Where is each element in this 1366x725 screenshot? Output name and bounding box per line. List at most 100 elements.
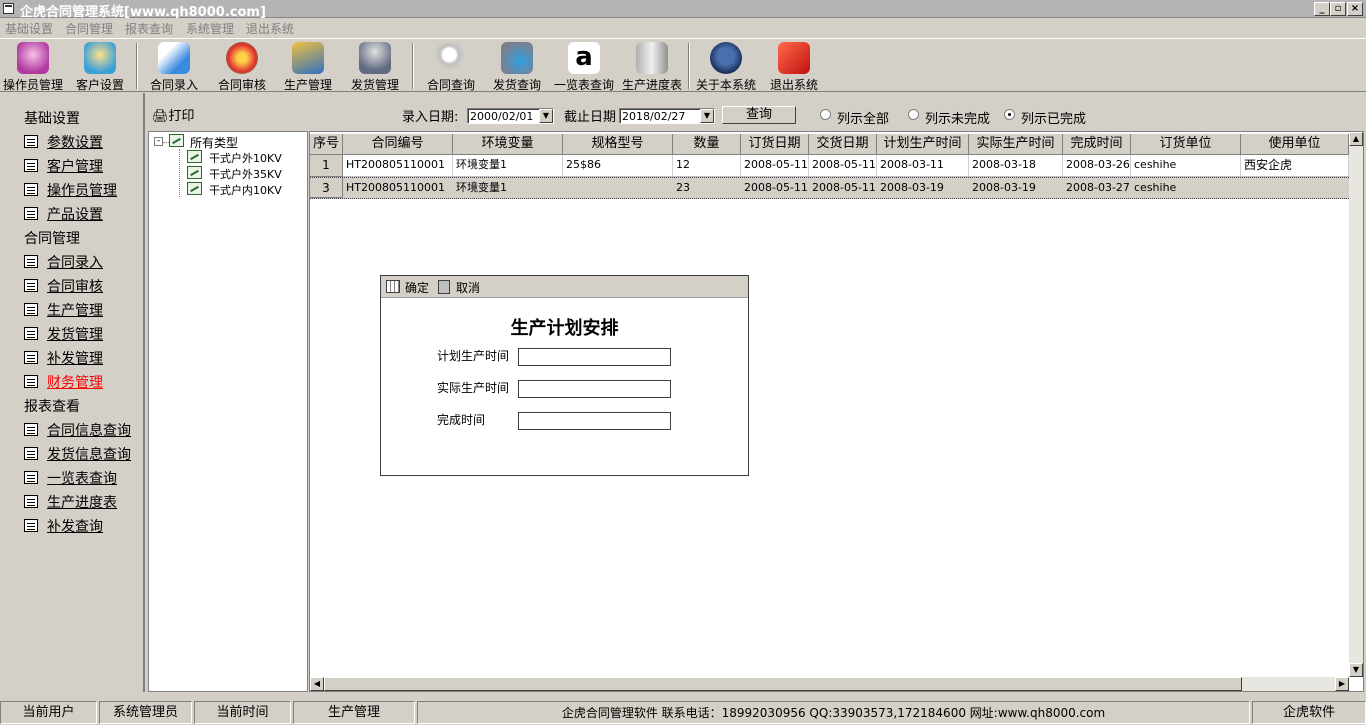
category-tree: - 所有类型 干式户外10KV 干式户外35KV 干式户内10KV [148, 131, 308, 692]
planned-time-field[interactable] [518, 348, 671, 366]
toolbar-contract-query-button[interactable]: 合同查询 [422, 41, 480, 92]
column-header[interactable]: 规格型号 [563, 134, 673, 155]
query-button[interactable]: 查询 [722, 106, 796, 124]
toolbar-shipping-query-button[interactable]: 发货查询 [488, 41, 546, 92]
nav-section-basic: 基础设置 [24, 111, 80, 127]
cutoff-date-picker[interactable]: 2018/02/27 ▼ [619, 108, 715, 124]
shipping-icon [359, 42, 391, 74]
column-header[interactable]: 合同编号 [343, 134, 453, 155]
radio-indicator-selected [1004, 109, 1015, 120]
overview-icon: a [568, 42, 600, 74]
chevron-down-icon[interactable]: ▼ [700, 109, 714, 123]
progress-icon [636, 42, 668, 74]
category-icon [187, 166, 202, 179]
status-brand: 企虎软件 [1252, 701, 1366, 724]
collapse-icon[interactable]: - [154, 137, 163, 146]
menu-exit[interactable]: 退出系统 [246, 20, 294, 37]
toolbar-separator [136, 43, 138, 89]
toolbar-contract-audit-button[interactable]: 合同审核 [212, 41, 272, 92]
restore-button[interactable]: ▫ [1330, 2, 1346, 16]
toolbar-contract-entry-button[interactable]: 合同录入 [146, 41, 202, 92]
toolbar-shipping-mgmt-button[interactable]: 发货管理 [346, 41, 404, 92]
document-icon [24, 207, 38, 220]
document-icon [24, 159, 38, 172]
production-plan-dialog: 确定 取消 生产计划安排 计划生产时间 实际生产时间 完成时间 [380, 275, 749, 476]
scroll-up-icon[interactable]: ▲ [1349, 132, 1363, 146]
scroll-thumb[interactable] [324, 677, 1242, 691]
chevron-down-icon[interactable]: ▼ [539, 109, 553, 123]
document-icon [24, 303, 38, 316]
entry-date-picker[interactable]: 2000/02/01 ▼ [467, 108, 554, 124]
status-bar: 当前用户 系统管理员 当前时间 生产管理 企虎合同管理软件 联系电话：18992… [0, 700, 1366, 725]
status-user: 系统管理员 [99, 701, 192, 724]
column-header[interactable]: 完成时间 [1063, 134, 1131, 155]
left-nav: 基础设置 参数设置 客户管理 操作员管理 产品设置 合同管理 合同录入 合同审核… [0, 93, 145, 692]
column-header[interactable]: 数量 [673, 134, 741, 155]
dialog-toolbar: 确定 取消 [381, 276, 748, 298]
category-icon [187, 150, 202, 163]
column-header[interactable]: 序号 [310, 134, 343, 155]
toolbar-production-mgmt-button[interactable]: 生产管理 [280, 41, 336, 92]
column-header[interactable]: 交货日期 [809, 134, 877, 155]
minimize-button[interactable]: _ [1314, 2, 1330, 16]
vertical-scrollbar[interactable]: ▲ ▼ [1349, 132, 1363, 677]
document-icon [24, 423, 38, 436]
actual-time-field[interactable] [518, 380, 671, 398]
tree-connector [179, 149, 180, 197]
cutoff-date-label: 截止日期 [564, 110, 617, 125]
column-header[interactable]: 实际生产时间 [969, 134, 1063, 155]
column-header[interactable]: 计划生产时间 [877, 134, 969, 155]
horizontal-scrollbar[interactable]: ◀ ▶ [310, 677, 1349, 691]
column-header[interactable]: 订货单位 [1131, 134, 1241, 155]
document-icon [24, 255, 38, 268]
production-icon [292, 42, 324, 74]
scroll-left-icon[interactable]: ◀ [310, 677, 324, 691]
title-bar: 企虎合同管理系统[www.qh8000.com] _ ▫ × [0, 0, 1366, 20]
filter-bar: 🖨打印 录入日期: 2000/02/01 ▼ 截止日期 2018/02/27 ▼… [152, 105, 1087, 127]
planned-time-label: 计划生产时间 [437, 349, 510, 363]
app-icon [3, 3, 14, 14]
document-icon [24, 495, 38, 508]
actual-time-label: 实际生产时间 [437, 381, 510, 395]
nav-section-contract: 合同管理 [24, 231, 80, 247]
category-icon [169, 134, 184, 147]
status-info: 企虎合同管理软件 联系电话：18992030956 QQ:33903573,17… [417, 701, 1250, 724]
column-header[interactable]: 使用单位 [1241, 134, 1349, 155]
column-header[interactable]: 环境变量 [453, 134, 563, 155]
menu-report-query[interactable]: 报表查询 [125, 20, 173, 37]
completion-time-label: 完成时间 [437, 413, 486, 427]
menu-contract-mgmt[interactable]: 合同管理 [65, 20, 113, 37]
table-row[interactable]: 1 HT200805110001 环境变量1 25$86 12 2008-05-… [310, 155, 1349, 177]
toolbar-progress-button[interactable]: 生产进度表 [620, 41, 684, 92]
toolbar-separator [412, 43, 414, 89]
menu-system-mgmt[interactable]: 系统管理 [186, 20, 234, 37]
scroll-down-icon[interactable]: ▼ [1349, 663, 1363, 677]
document-icon [24, 327, 38, 340]
close-button[interactable]: × [1347, 2, 1363, 16]
document-icon [24, 351, 38, 364]
toolbar-about-button[interactable]: 关于本系统 [694, 41, 758, 92]
completion-time-field[interactable] [518, 412, 671, 430]
toolbar-overview-query-button[interactable]: a 一览表查询 [552, 41, 616, 92]
document-icon [24, 447, 38, 460]
table-row-selected[interactable]: 3 HT200805110001 环境变量1 23 2008-05-11 200… [310, 177, 1349, 199]
column-header[interactable]: 订货日期 [741, 134, 809, 155]
radio-indicator [820, 109, 831, 120]
document-icon [24, 279, 38, 292]
scroll-right-icon[interactable]: ▶ [1335, 677, 1349, 691]
toolbar: 操作员管理 客户设置 合同录入 合同审核 生产管理 发货管理 合同查询 发货查询… [0, 38, 1366, 92]
status-time-label: 当前时间 [194, 701, 291, 724]
status-user-label: 当前用户 [0, 701, 97, 724]
user-admin-icon [17, 42, 49, 74]
search-icon [435, 42, 467, 74]
menu-basic-settings[interactable]: 基础设置 [5, 20, 53, 37]
dialog-title: 生产计划安排 [510, 318, 619, 339]
radio-indicator [908, 109, 919, 120]
category-icon [187, 182, 202, 195]
toolbar-operator-admin-button[interactable]: 操作员管理 [2, 41, 64, 92]
toolbar-customer-settings-button[interactable]: 客户设置 [72, 41, 128, 92]
toolbar-exit-button[interactable]: 退出系统 [766, 41, 822, 92]
printer-icon: 🖨 [152, 109, 169, 124]
print-button[interactable]: 🖨打印 [152, 105, 195, 124]
audit-icon [226, 42, 258, 74]
